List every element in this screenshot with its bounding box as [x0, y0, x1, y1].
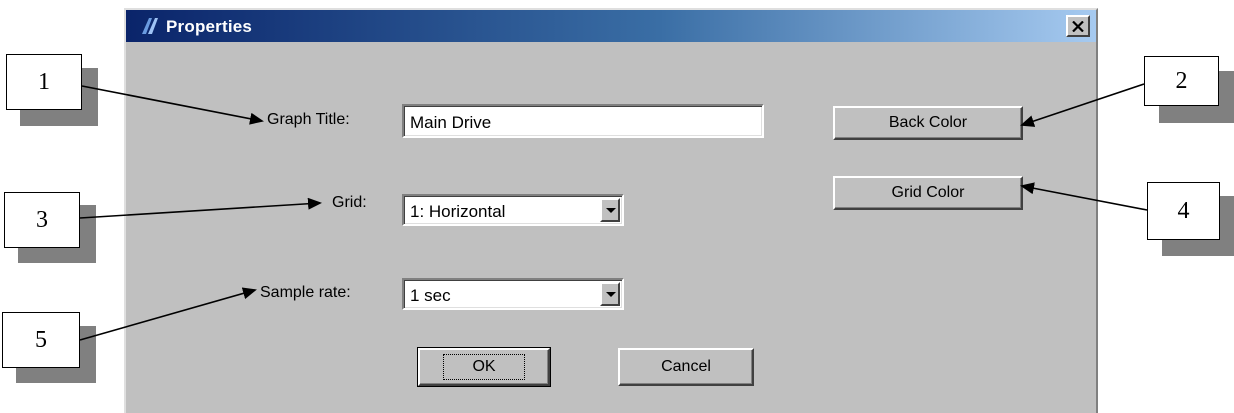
ok-label: OK: [443, 354, 525, 380]
callout-4: 4: [1147, 182, 1220, 240]
chevron-down-icon[interactable]: [600, 198, 620, 222]
grid-select-value: 1: Horizontal: [410, 202, 506, 221]
sample-rate-value: 1 sec: [410, 286, 451, 305]
grid-color-label: Grid Color: [891, 184, 965, 201]
window-title: Properties: [166, 17, 253, 36]
callout-5: 5: [2, 312, 80, 368]
sample-rate-select[interactable]: 1 sec: [402, 278, 624, 310]
callout-3: 3: [4, 192, 80, 248]
properties-dialog: Properties Graph Title: Main Drive Grid:…: [124, 8, 1098, 413]
back-color-label: Back Color: [888, 114, 968, 131]
graph-title-input[interactable]: Main Drive: [402, 104, 764, 138]
grid-color-button[interactable]: Grid Color: [833, 176, 1023, 210]
sample-rate-label: Sample rate:: [260, 284, 351, 301]
close-icon: [1072, 20, 1084, 32]
graph-title-value: Main Drive: [410, 113, 492, 132]
cancel-label: Cancel: [661, 358, 711, 375]
callout-1: 1: [6, 54, 82, 110]
title-bar[interactable]: Properties: [126, 10, 1096, 42]
chevron-down-icon[interactable]: [600, 282, 620, 306]
cancel-button[interactable]: Cancel: [618, 348, 754, 386]
properties-icon: [142, 18, 158, 34]
ok-button[interactable]: OK: [417, 347, 551, 387]
grid-select[interactable]: 1: Horizontal: [402, 194, 624, 226]
back-color-button[interactable]: Back Color: [833, 106, 1023, 140]
callout-2: 2: [1144, 56, 1219, 106]
close-button[interactable]: [1066, 15, 1090, 37]
grid-label: Grid:: [332, 194, 367, 211]
graph-title-label: Graph Title:: [267, 111, 350, 128]
